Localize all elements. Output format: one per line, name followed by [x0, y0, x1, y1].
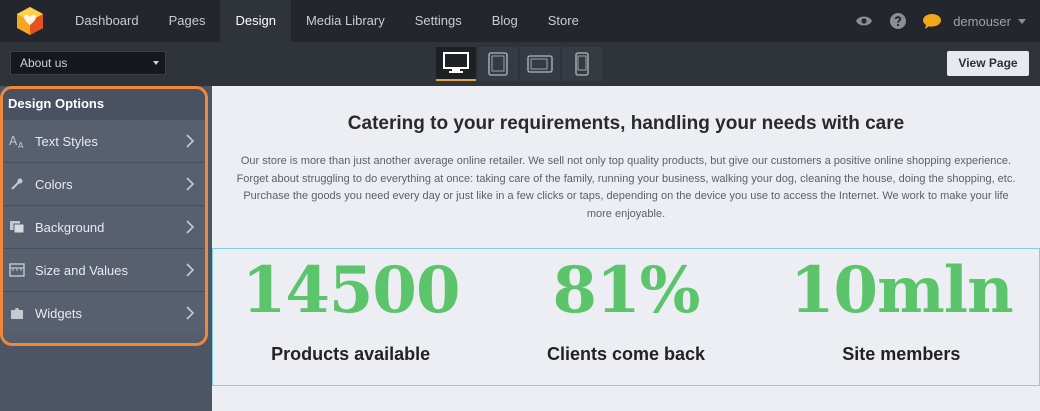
chevron-right-icon: [186, 263, 195, 277]
stat-products: 14500 Products available: [213, 249, 488, 385]
tablet-landscape-icon: [527, 55, 553, 73]
nav-pages[interactable]: Pages: [154, 0, 221, 42]
editor-toolbar: About us View Page: [0, 42, 1040, 86]
size-values-icon: [7, 260, 27, 280]
desktop-icon: [443, 52, 469, 73]
nav-design[interactable]: Design: [220, 0, 291, 42]
widgets-icon: [7, 303, 27, 323]
view-page-button[interactable]: View Page: [947, 51, 1029, 76]
chevron-down-icon: [1018, 18, 1026, 24]
eye-icon[interactable]: [847, 0, 881, 42]
top-navigation: Dashboard Pages Design Media Library Set…: [0, 0, 1040, 42]
stat-number: 10mln: [790, 253, 1014, 328]
stats-section[interactable]: 14500 Products available 81% Clients com…: [212, 248, 1040, 386]
username: demouser: [953, 13, 1011, 29]
option-label: Text Styles: [35, 133, 98, 149]
logo[interactable]: [0, 0, 60, 42]
stat-label: Clients come back: [546, 344, 706, 364]
option-label: Colors: [35, 176, 73, 192]
device-tablet-portrait-button[interactable]: [478, 47, 518, 81]
page-heading[interactable]: Catering to your requirements, handling …: [212, 113, 1040, 135]
nav-settings[interactable]: Settings: [400, 0, 477, 42]
option-label: Background: [35, 219, 105, 235]
option-size-values[interactable]: Size and Values: [3, 248, 205, 291]
page-select-value: About us: [20, 56, 68, 70]
chevron-right-icon: [186, 177, 195, 191]
stat-label: Site members: [842, 344, 961, 364]
device-tablet-landscape-button[interactable]: [520, 47, 560, 81]
colors-icon: [7, 174, 27, 194]
chat-icon[interactable]: [915, 0, 949, 42]
device-phone-button[interactable]: [562, 47, 602, 81]
design-options-panel: Design Options AA Text Styles Colors Bac…: [0, 86, 208, 346]
background-icon: [7, 217, 27, 237]
nav-media-library[interactable]: Media Library: [291, 0, 400, 42]
page-paragraph[interactable]: Our store is more than just another aver…: [230, 153, 1022, 223]
page-select[interactable]: About us: [10, 51, 166, 75]
option-widgets[interactable]: Widgets: [3, 291, 205, 334]
option-label: Size and Values: [35, 262, 128, 278]
stat-number: 81%: [552, 253, 701, 328]
chevron-right-icon: [186, 134, 195, 148]
stat-label: Products available: [271, 344, 431, 364]
tablet-portrait-icon: [488, 52, 508, 76]
sidebar: Design Options AA Text Styles Colors Bac…: [0, 86, 212, 411]
svg-text:A: A: [9, 134, 18, 148]
chevron-right-icon: [186, 220, 195, 234]
panel-title: Design Options: [3, 89, 205, 119]
stat-clients: 81% Clients come back: [488, 249, 763, 385]
option-text-styles[interactable]: AA Text Styles: [3, 119, 205, 162]
logo-icon: [17, 7, 43, 35]
option-background[interactable]: Background: [3, 205, 205, 248]
svg-text:A: A: [18, 141, 24, 149]
user-menu[interactable]: demouser: [953, 14, 1026, 29]
device-switcher: [436, 47, 602, 81]
text-styles-icon: AA: [7, 131, 27, 151]
stat-number: 14500: [241, 253, 461, 328]
stat-members: 10mln Site members: [764, 249, 1039, 385]
nav-blog[interactable]: Blog: [477, 0, 533, 42]
phone-icon: [575, 52, 589, 76]
device-desktop-button[interactable]: [436, 47, 476, 81]
chevron-down-icon: [153, 61, 159, 65]
page-preview: Catering to your requirements, handling …: [212, 86, 1040, 411]
chevron-right-icon: [186, 306, 195, 320]
nav-dashboard[interactable]: Dashboard: [60, 0, 154, 42]
option-colors[interactable]: Colors: [3, 162, 205, 205]
option-label: Widgets: [35, 305, 82, 321]
nav-store[interactable]: Store: [533, 0, 594, 42]
help-icon[interactable]: [881, 0, 915, 42]
